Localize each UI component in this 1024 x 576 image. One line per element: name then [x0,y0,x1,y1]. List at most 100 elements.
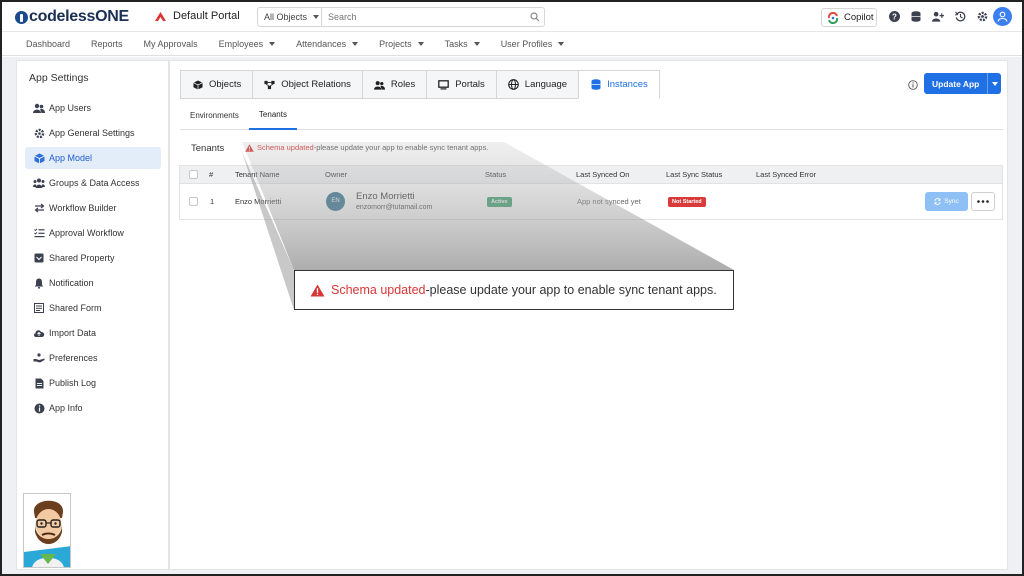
nav-tasks[interactable]: Tasks [445,39,480,49]
column-header: Last Synced Error [756,170,817,179]
column-header: Last Sync Status [666,170,723,179]
sidebar-item-notification[interactable]: Notification [25,272,161,294]
tenants-table: # Tenant Name Owner Status Last Synced O… [179,165,1003,220]
column-header: Owner [325,170,348,179]
select-all-checkbox[interactable] [189,170,198,179]
svg-text:?: ? [892,12,897,21]
warning-text: -please update your app to enable sync t… [425,283,717,297]
hand-icon [33,352,45,364]
info-icon[interactable] [908,80,918,90]
sidebar-item-app-users[interactable]: App Users [25,97,161,119]
nav-attendances[interactable]: Attendances [296,39,359,49]
top-bar: codelessONE Default Portal All Objects C… [2,2,1022,32]
sidebar-item-shared-form[interactable]: Shared Form [25,297,161,319]
sidebar-item-groups-data-access[interactable]: Groups & Data Access [25,172,161,194]
sidebar-item-label: Workflow Builder [49,203,117,213]
last-synced-on: App not synced yet [577,197,641,206]
sidebar-item-publish-log[interactable]: Publish Log [25,372,161,394]
copilot-button[interactable]: Copilot [821,8,877,27]
nav-projects[interactable]: Projects [379,39,424,49]
sidebar-item-label: Groups & Data Access [49,178,140,188]
instance-subtabs: Environments Tenants [180,101,1003,130]
search-input[interactable] [322,8,526,26]
checklist-icon [33,227,45,239]
chevron-down-icon [352,41,359,46]
tab-label: Instances [607,79,648,90]
subtab-label: Tenants [258,110,287,119]
database-icon[interactable] [910,10,922,22]
sidebar-item-import-data[interactable]: Import Data [25,322,161,344]
status-cell: Active [487,197,512,207]
more-actions-button[interactable] [971,192,995,211]
logo[interactable]: codelessONE [15,8,129,26]
tab-object-relations[interactable]: Object Relations [252,70,362,99]
main-content: Objects Object Relations Roles Portals L… [169,60,1008,570]
table-row[interactable]: 1 Enzo Morrietti EN Enzo Morrietti enzom… [179,184,1003,220]
chevron-down-icon [313,15,320,19]
nav-label: Projects [379,38,412,49]
model-tabs: Objects Object Relations Roles Portals L… [180,70,660,99]
warning-text: -please update your app to enable sync t… [313,143,489,152]
user-icon [997,11,1008,22]
tab-roles[interactable]: Roles [361,70,427,99]
sync-status-badge: Not Started [668,197,706,207]
tab-portals[interactable]: Portals [426,70,496,99]
search-scope-select[interactable]: All Objects [258,8,322,26]
sidebar-item-label: Shared Form [49,303,102,313]
owner-info: Enzo Morrietti enzomorr@tutamail.com [356,191,432,211]
sidebar-item-preferences[interactable]: Preferences [25,347,161,369]
subtab-tenants[interactable]: Tenants [248,101,297,130]
status-badge: Active [487,197,512,207]
sidebar-item-shared-property[interactable]: Shared Property [25,247,161,269]
gear-icon[interactable] [976,10,988,22]
nav-reports[interactable]: Reports [91,39,123,49]
sidebar-list: App Users App General Settings App Model… [25,97,161,422]
form-icon [33,302,45,314]
global-search: All Objects [257,7,545,27]
globe-icon [507,79,519,90]
schema-warning: Schema updated -please update your app t… [245,143,488,152]
sidebar-item-app-model[interactable]: App Model [25,147,161,169]
portal-icon [154,11,167,22]
subtab-environments[interactable]: Environments [180,101,249,130]
portal-switcher[interactable]: Default Portal [154,10,240,22]
users-icon [33,102,45,114]
chevron-down-icon [269,41,276,46]
sync-label: Sync [944,198,959,205]
sidebar-item-label: Approval Workflow [49,228,124,238]
tab-instances[interactable]: Instances [578,70,660,99]
column-header: Status [485,170,507,179]
sidebar-item-label: App Model [49,153,93,163]
add-user-icon[interactable] [932,10,944,22]
warning-icon [245,143,254,152]
app-window: codelessONE Default Portal All Objects C… [0,0,1024,576]
sidebar-item-approval-workflow[interactable]: Approval Workflow [25,222,161,244]
sidebar-item-app-info[interactable]: App Info [25,397,161,419]
tab-language[interactable]: Language [495,70,579,99]
tab-label: Portals [455,79,485,90]
help-icon[interactable]: ? [888,10,900,22]
nav-dashboard[interactable]: Dashboard [26,39,70,49]
cloud-upload-icon [33,327,45,339]
sidebar-item-label: Notification [49,278,94,288]
relations-icon [264,79,275,90]
nav-my-approvals[interactable]: My Approvals [144,39,198,49]
sidebar-item-workflow-builder[interactable]: Workflow Builder [25,197,161,219]
history-icon[interactable] [954,10,966,22]
row-checkbox[interactable] [189,197,198,206]
user-avatar[interactable] [993,7,1012,26]
chevron-down-icon [558,41,565,46]
chevron-down-icon [417,41,424,46]
copilot-icon [827,11,839,24]
update-app-button[interactable]: Update App [924,73,1001,94]
update-app-dropdown[interactable] [987,73,1001,94]
sidebar-item-app-general-settings[interactable]: App General Settings [25,122,161,144]
monitor-icon [438,79,450,90]
sync-button[interactable]: Sync [925,192,968,211]
tab-objects[interactable]: Objects [180,70,253,99]
nav-user-profiles[interactable]: User Profiles [501,39,565,49]
sidebar-title: App Settings [29,72,89,84]
section-title: Tenants [191,143,225,154]
nav-employees[interactable]: Employees [219,39,276,49]
search-icon[interactable] [526,8,544,26]
